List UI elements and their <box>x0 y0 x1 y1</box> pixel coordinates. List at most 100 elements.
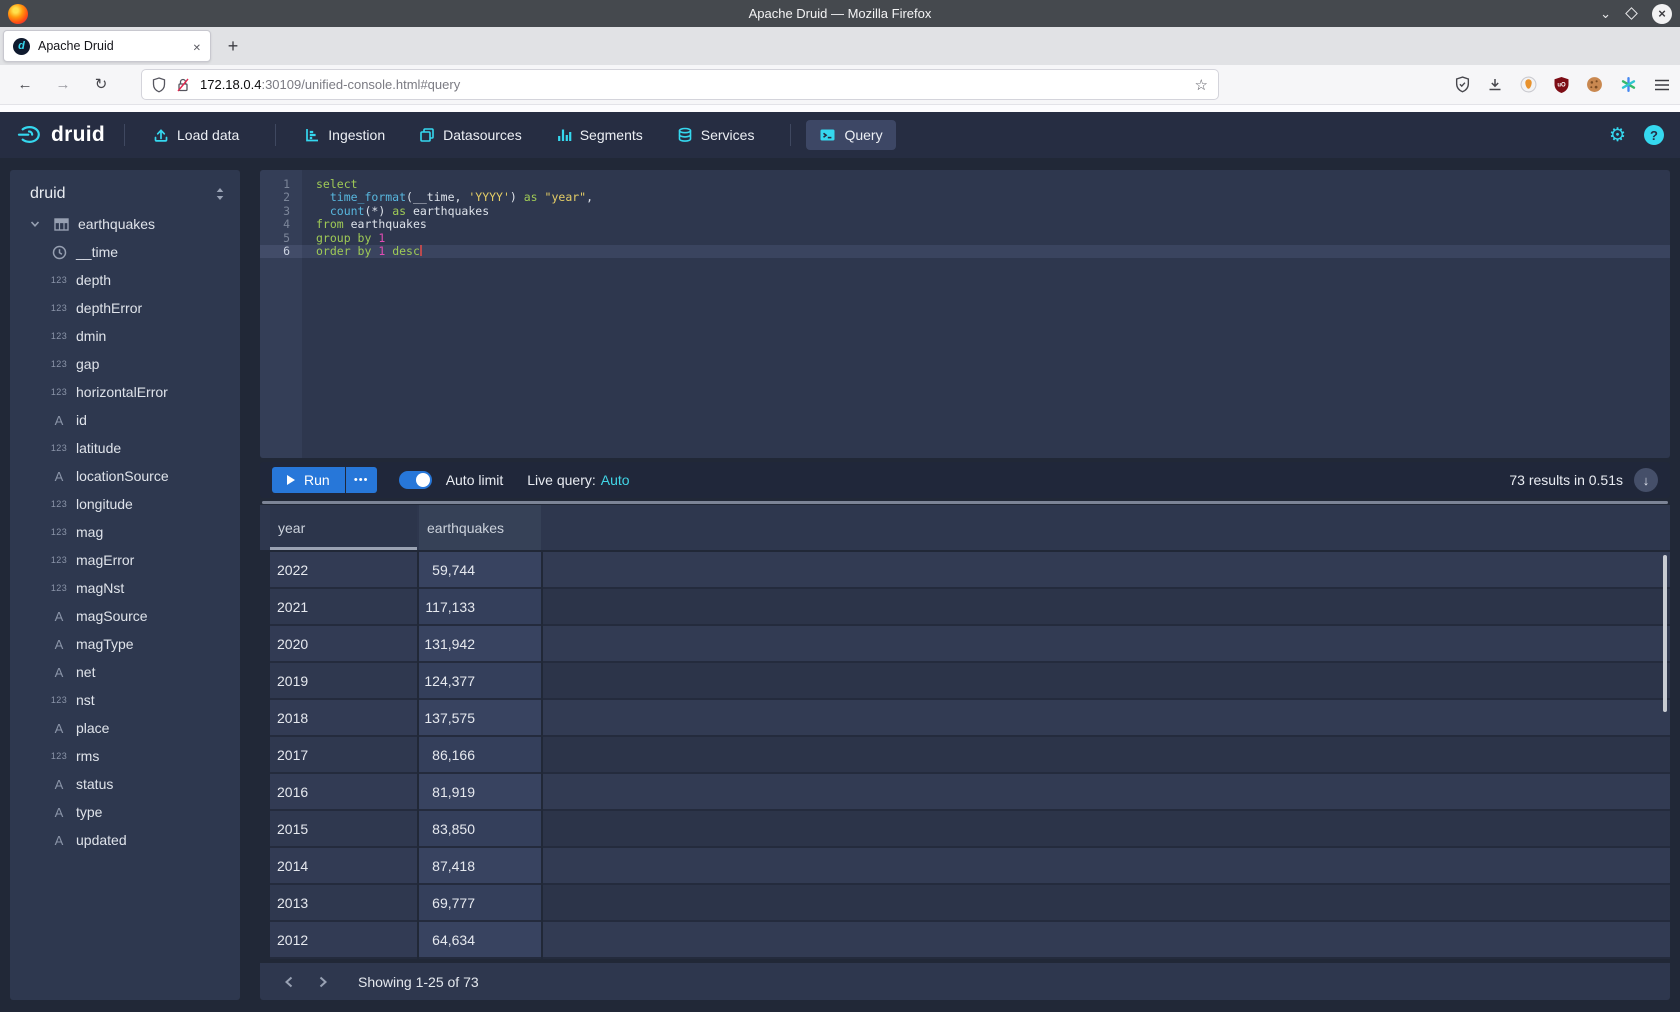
bookmark-star-icon[interactable] <box>1195 76 1208 94</box>
download-circle-icon[interactable] <box>1634 468 1658 492</box>
cell-earthquakes[interactable]: 59,744 <box>419 552 541 589</box>
cell-year[interactable]: 2020 <box>270 626 417 663</box>
sidebar-column-mag[interactable]: 123mag <box>10 518 240 546</box>
back-icon[interactable]: ← <box>10 69 40 99</box>
sql-editor[interactable]: 123456 select time_format(__time, 'YYYY'… <box>260 170 1670 458</box>
druid-brand[interactable]: druid <box>16 123 105 147</box>
sidebar-column-depth[interactable]: 123depth <box>10 266 240 294</box>
cell-earthquakes[interactable]: 117,133 <box>419 589 541 626</box>
chevron-left-icon[interactable] <box>276 969 302 995</box>
cell-year[interactable]: 2021 <box>270 589 417 626</box>
column-header-year[interactable]: year <box>270 505 417 550</box>
url-host: 172.18.0.4 <box>200 77 261 92</box>
code-line-1: select <box>316 178 1670 191</box>
cell-earthquakes[interactable]: 69,777 <box>419 885 541 922</box>
schema-selector[interactable]: druid <box>10 178 240 210</box>
sidebar-column-latitude[interactable]: 123latitude <box>10 434 240 462</box>
sidebar-column-dmin[interactable]: 123dmin <box>10 322 240 350</box>
insecure-crossed-lock-icon[interactable] <box>176 77 190 93</box>
sidebar-column-gap[interactable]: 123gap <box>10 350 240 378</box>
horizontal-scrollbar[interactable] <box>262 501 1668 504</box>
nav-item-load-data[interactable]: Load data <box>140 120 252 150</box>
cell-earthquakes[interactable]: 87,418 <box>419 848 541 885</box>
cell-year[interactable]: 2015 <box>270 811 417 848</box>
cell-year[interactable]: 2013 <box>270 885 417 922</box>
column-header-earthquakes[interactable]: earthquakes <box>419 505 541 550</box>
cell-year[interactable]: 2012 <box>270 922 417 959</box>
consent-icon[interactable] <box>1620 76 1637 93</box>
sidebar-column-nst[interactable]: 123nst <box>10 686 240 714</box>
nav-item-ingestion[interactable]: Ingestion <box>291 120 398 150</box>
sidebar-column-status[interactable]: Astatus <box>10 770 240 798</box>
cell-year[interactable]: 2017 <box>270 737 417 774</box>
firefox-logo-icon <box>8 4 28 24</box>
tab-close-icon[interactable] <box>193 39 201 54</box>
download-icon[interactable] <box>1487 77 1503 93</box>
chevron-down-icon[interactable] <box>26 218 44 230</box>
vertical-scrollbar[interactable] <box>1663 555 1667 712</box>
sidebar-column-longitude[interactable]: 123longitude <box>10 490 240 518</box>
sidebar-column-place[interactable]: Aplace <box>10 714 240 742</box>
nav-item-services[interactable]: Services <box>664 120 768 150</box>
chevron-right-icon[interactable] <box>310 969 336 995</box>
numeric-type-icon: 123 <box>50 695 68 705</box>
nav-item-query[interactable]: Query <box>806 120 895 150</box>
string-type-icon: A <box>50 469 68 484</box>
run-button[interactable]: Run <box>272 467 345 493</box>
row-filler <box>543 626 1670 663</box>
cell-year[interactable]: 2022 <box>270 552 417 589</box>
sidebar-column-updated[interactable]: Aupdated <box>10 826 240 854</box>
reload-icon[interactable]: ↻ <box>86 69 116 99</box>
forward-icon[interactable]: → <box>48 69 78 99</box>
cell-earthquakes[interactable]: 81,919 <box>419 774 541 811</box>
sidebar-item-earthquakes-table[interactable]: earthquakes <box>10 210 240 238</box>
sidebar-column-horizontalError[interactable]: 123horizontalError <box>10 378 240 406</box>
new-tab-button[interactable] <box>219 32 247 60</box>
sidebar-column-magError[interactable]: 123magError <box>10 546 240 574</box>
more-ellipsis-icon[interactable] <box>346 467 377 493</box>
sidebar-column-magType[interactable]: AmagType <box>10 630 240 658</box>
table-row: 201369,777 <box>260 885 1670 922</box>
help-icon[interactable] <box>1644 125 1664 145</box>
browser-toolbar: ← → ↻ 172.18.0.4:30109/unified-console.h… <box>0 65 1680 104</box>
nav-item-label: Query <box>844 127 882 143</box>
nav-item-datasources[interactable]: Datasources <box>406 120 535 150</box>
cell-year[interactable]: 2016 <box>270 774 417 811</box>
sidebar-column-magNst[interactable]: 123magNst <box>10 574 240 602</box>
sidebar-column-rms[interactable]: 123rms <box>10 742 240 770</box>
cell-earthquakes[interactable]: 124,377 <box>419 663 541 700</box>
sidebar-column-type[interactable]: Atype <box>10 798 240 826</box>
close-icon[interactable] <box>1652 4 1672 24</box>
cell-earthquakes[interactable]: 131,942 <box>419 626 541 663</box>
sidebar-column-magSource[interactable]: AmagSource <box>10 602 240 630</box>
cell-earthquakes[interactable]: 83,850 <box>419 811 541 848</box>
cell-year[interactable]: 2018 <box>270 700 417 737</box>
navbar-right: ⚙ <box>1609 125 1664 145</box>
menu-icon[interactable] <box>1654 78 1670 92</box>
cell-earthquakes[interactable]: 64,634 <box>419 922 541 959</box>
tracking-protection-shield-icon[interactable] <box>152 77 166 93</box>
minimize-icon[interactable]: ⌄ <box>1600 6 1611 22</box>
sidebar-column-net[interactable]: Anet <box>10 658 240 686</box>
live-query-value[interactable]: Auto <box>601 472 630 488</box>
sidebar-column-depthError[interactable]: 123depthError <box>10 294 240 322</box>
sidebar-column-__time[interactable]: __time <box>10 238 240 266</box>
nav-item-segments[interactable]: Segments <box>543 120 656 150</box>
cell-earthquakes[interactable]: 137,575 <box>419 700 541 737</box>
gear-icon[interactable]: ⚙ <box>1609 126 1626 145</box>
cookie-icon[interactable] <box>1586 76 1603 93</box>
cell-year[interactable]: 2019 <box>270 663 417 700</box>
double-caret-vertical-icon[interactable] <box>214 187 226 201</box>
cell-earthquakes[interactable]: 86,166 <box>419 737 541 774</box>
editor-code[interactable]: select time_format(__time, 'YYYY') as "y… <box>302 170 1670 458</box>
ublock-icon[interactable]: uO <box>1554 77 1569 93</box>
cell-year[interactable]: 2014 <box>270 848 417 885</box>
auto-limit-toggle[interactable] <box>399 471 432 489</box>
browser-tab[interactable]: Apache Druid <box>3 30 211 62</box>
extension-icon[interactable] <box>1520 76 1537 93</box>
maximize-icon[interactable] <box>1625 7 1638 20</box>
sidebar-column-id[interactable]: Aid <box>10 406 240 434</box>
url-bar[interactable]: 172.18.0.4:30109/unified-console.html#qu… <box>142 70 1218 99</box>
shield-check-icon[interactable] <box>1455 76 1470 93</box>
sidebar-column-locationSource[interactable]: AlocationSource <box>10 462 240 490</box>
